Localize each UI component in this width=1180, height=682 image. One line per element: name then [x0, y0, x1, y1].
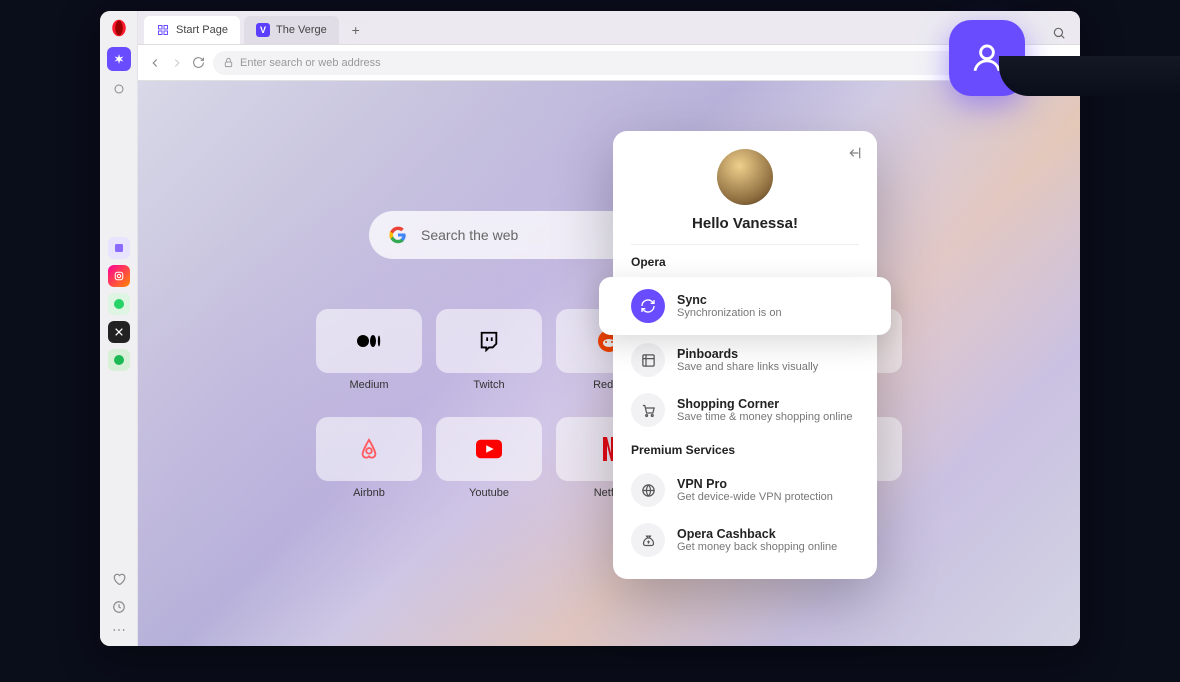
sidebar: [100, 11, 138, 646]
google-icon: [389, 226, 407, 244]
forward-button[interactable]: [170, 56, 184, 70]
pinboard-icon: [631, 343, 665, 377]
speed-dial-twitch[interactable]: Twitch: [436, 309, 542, 391]
address-input[interactable]: Enter search or web address: [213, 51, 980, 75]
cashback-item[interactable]: Opera Cashback Get money back shopping o…: [613, 515, 877, 565]
speed-dial-medium[interactable]: Medium: [316, 309, 422, 391]
profile-popover: Hello Vanessa! Opera Sync Synchronizatio…: [613, 131, 877, 579]
search-placeholder: Search the web: [421, 227, 518, 243]
shopping-corner-item[interactable]: Shopping Corner Save time & money shoppi…: [613, 385, 877, 435]
medium-icon: [356, 332, 382, 350]
reload-button[interactable]: [192, 56, 205, 69]
vpn-pro-item[interactable]: VPN Pro Get device-wide VPN protection: [613, 465, 877, 515]
opera-section-title: Opera: [613, 255, 877, 269]
greeting: Hello Vanessa!: [613, 215, 877, 232]
new-tab-button[interactable]: +: [345, 19, 367, 41]
x-icon[interactable]: [108, 321, 130, 343]
spotify-icon[interactable]: [108, 349, 130, 371]
back-button[interactable]: [148, 56, 162, 70]
tab-label: Start Page: [176, 24, 228, 36]
pinboards-item[interactable]: Pinboards Save and share links visually: [613, 335, 877, 385]
history-icon[interactable]: [112, 600, 126, 614]
workspace-button[interactable]: [107, 77, 131, 101]
instagram-icon[interactable]: [108, 265, 130, 287]
twitch-icon: [478, 330, 500, 352]
tab-bar: Start Page V The Verge +: [138, 11, 1080, 45]
speed-dial-airbnb[interactable]: Airbnb: [316, 417, 422, 499]
tab-start-page[interactable]: Start Page: [144, 16, 240, 44]
search-tabs-icon[interactable]: [1052, 26, 1066, 40]
airbnb-icon: [358, 437, 380, 461]
money-bag-icon: [631, 523, 665, 557]
sign-out-icon[interactable]: [847, 145, 863, 161]
start-page-content: Search the web Medium Twitch Reddit Airb…: [138, 81, 1080, 646]
premium-section-title: Premium Services: [613, 443, 877, 457]
vpn-pro-icon: [631, 473, 665, 507]
more-icon[interactable]: [112, 628, 126, 632]
browser-window: Start Page V The Verge + Enter search or…: [100, 11, 1080, 646]
lock-icon: [223, 57, 234, 68]
address-placeholder: Enter search or web address: [240, 57, 381, 69]
sync-item[interactable]: Sync Synchronization is on: [599, 277, 891, 335]
whatsapp-icon[interactable]: [108, 293, 130, 315]
cart-icon: [631, 393, 665, 427]
sync-icon: [631, 289, 665, 323]
ai-button[interactable]: [107, 47, 131, 71]
heart-icon[interactable]: [112, 572, 126, 586]
avatar: [717, 149, 773, 205]
youtube-icon: [476, 439, 502, 459]
tab-label: The Verge: [276, 24, 327, 36]
profile-button[interactable]: Hello Vanessa! Opera Sync Synchronizatio…: [949, 20, 1025, 96]
sidebar-app-1[interactable]: [108, 237, 130, 259]
laptop-base: [999, 56, 1180, 96]
address-bar: Enter search or web address: [138, 45, 1080, 81]
opera-logo-icon: [110, 19, 128, 37]
tab-verge[interactable]: V The Verge: [244, 16, 339, 44]
speed-dial-youtube[interactable]: Youtube: [436, 417, 542, 499]
